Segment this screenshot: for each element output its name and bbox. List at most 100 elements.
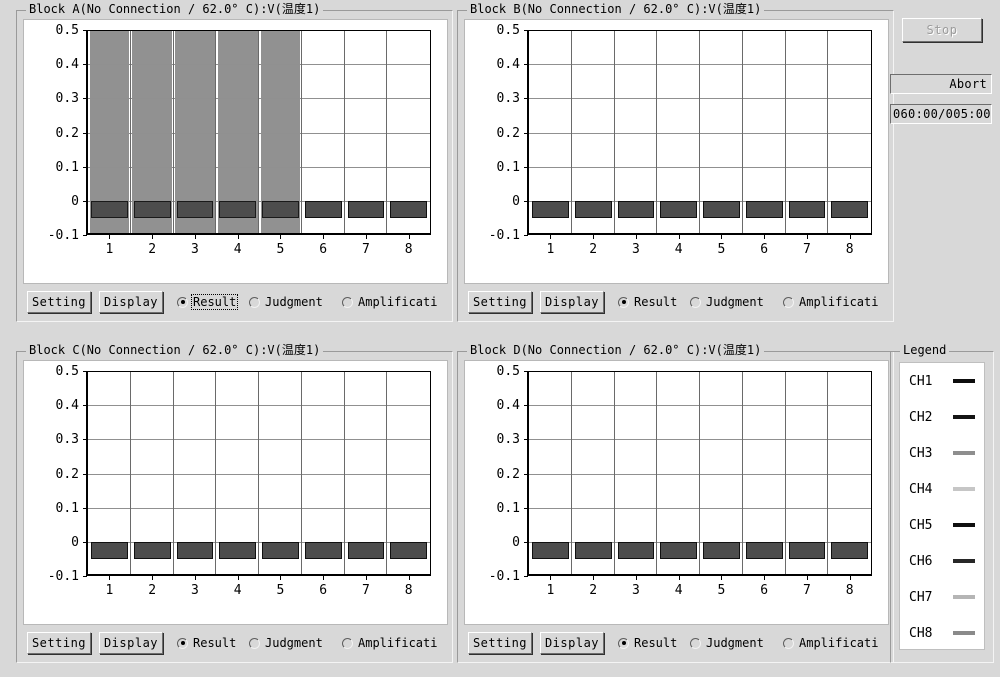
radio-judgment-c[interactable]: Judgment [249, 636, 324, 650]
bar-channel-3[interactable] [617, 541, 655, 559]
bar-channel-5[interactable] [262, 200, 299, 218]
y-axis-label: 0.2 [496, 466, 520, 482]
bar-channel-8[interactable] [831, 200, 868, 218]
plot-area-b[interactable] [527, 30, 872, 235]
bar-channel-8[interactable] [831, 541, 868, 559]
bar-channel-3[interactable] [176, 541, 214, 559]
bar-channel-2[interactable] [133, 541, 171, 559]
bar-channel-4[interactable] [660, 200, 697, 218]
chart-panel-d[interactable]: 0.5 0.4 0.3 0.2 0.1 0 -0.1 1 2 3 4 5 6 7 8 [464, 360, 889, 625]
radio-amplificati-a[interactable]: Amplificati [342, 295, 438, 309]
bar-channel-7[interactable] [347, 541, 385, 559]
radio-result-b[interactable]: Result [618, 295, 678, 309]
bar-channel-6[interactable] [304, 541, 342, 559]
bar-channel-3[interactable] [617, 200, 655, 218]
legend-item-ch8[interactable]: CH8 [900, 625, 984, 641]
x-axis-label: 5 [276, 583, 285, 598]
radio-judgment-a[interactable]: Judgment [249, 295, 324, 309]
bar-channel-4[interactable] [219, 200, 256, 218]
legend-item-ch3[interactable]: CH3 [900, 445, 984, 461]
y-axis-tick [524, 235, 528, 236]
bar-channel-2[interactable] [574, 541, 612, 559]
bar-channel-7[interactable] [788, 200, 826, 218]
bar-channel-1[interactable] [91, 541, 128, 559]
legend-item-label: CH6 [909, 553, 933, 569]
abort-field[interactable]: Abort [890, 74, 992, 94]
bar-channel-8[interactable] [390, 200, 427, 218]
legend-item-ch7[interactable]: CH7 [900, 589, 984, 605]
legend-item-ch2[interactable]: CH2 [900, 409, 984, 425]
legend-item-ch4[interactable]: CH4 [900, 481, 984, 497]
bar-channel-6[interactable] [304, 200, 342, 218]
radio-mark-icon [249, 296, 260, 308]
x-axis-label: 8 [845, 583, 854, 598]
setting-button-c[interactable]: Setting [27, 632, 91, 654]
setting-button-d[interactable]: Setting [468, 632, 532, 654]
bar-channel-8[interactable] [390, 541, 427, 559]
display-button-c[interactable]: Display [99, 632, 163, 654]
radio-amplificati-d[interactable]: Amplificati [783, 636, 879, 650]
gridline-horizontal [88, 439, 430, 441]
radio-amplificati-c[interactable]: Amplificati [342, 636, 438, 650]
legend-item-ch6[interactable]: CH6 [900, 553, 984, 569]
x-axis-label: 4 [233, 242, 242, 257]
bar-channel-5[interactable] [703, 200, 740, 218]
y-axis-label: 0.4 [496, 398, 520, 414]
bar-channel-2[interactable] [133, 200, 171, 218]
bar-channel-1[interactable] [532, 200, 569, 218]
bar-channel-5[interactable] [262, 541, 299, 559]
block-panel-d: Block D(No Connection / 62.0° C):V(温度1) 0… [457, 343, 894, 663]
chart-panel-a[interactable]: 0.5 0.4 0.3 0.2 0.1 0 -0.1 1 2 3 4 5 6 7 8 [23, 19, 448, 284]
setting-button-b[interactable]: Setting [468, 291, 532, 313]
gridline-vertical [741, 372, 743, 574]
bar-channel-5[interactable] [703, 541, 740, 559]
y-axis-tick [83, 235, 87, 236]
plot-area-a[interactable] [86, 30, 431, 235]
bar-channel-1[interactable] [91, 200, 128, 218]
setting-button-a[interactable]: Setting [27, 291, 91, 313]
y-axis-label: 0.3 [496, 91, 520, 107]
gridline-vertical [343, 372, 345, 574]
radio-judgment-d[interactable]: Judgment [690, 636, 765, 650]
bar-channel-1[interactable] [532, 541, 569, 559]
radio-result-c[interactable]: Result [177, 636, 237, 650]
x-axis-label: 4 [674, 583, 683, 598]
gridline-horizontal [88, 98, 430, 100]
legend-color-swatch [953, 631, 975, 635]
display-button-d[interactable]: Display [540, 632, 604, 654]
chart-panel-b[interactable]: 0.5 0.4 0.3 0.2 0.1 0 -0.1 1 2 3 4 5 6 7 8 [464, 19, 889, 284]
gridline-horizontal [529, 64, 871, 66]
radio-result-a[interactable]: Result [177, 294, 239, 310]
gridline-horizontal [529, 405, 871, 407]
x-axis-label: 5 [276, 242, 285, 257]
legend-item-ch1[interactable]: CH1 [900, 373, 984, 389]
bar-channel-4[interactable] [660, 541, 697, 559]
block-title-a: Block A(No Connection / 62.0° C):V(温度1) [26, 2, 324, 16]
block-title-cjk-c: 温度 [281, 343, 306, 357]
legend-item-ch5[interactable]: CH5 [900, 517, 984, 533]
legend-item-label: CH8 [909, 625, 933, 641]
bar-channel-7[interactable] [788, 541, 826, 559]
x-axis-label: 3 [190, 242, 199, 257]
radio-result-d[interactable]: Result [618, 636, 678, 650]
bar-channel-4[interactable] [219, 541, 256, 559]
gridline-vertical [129, 31, 131, 233]
x-axis-tick [109, 235, 111, 239]
display-button-b[interactable]: Display [540, 291, 604, 313]
bar-channel-3[interactable] [176, 200, 214, 218]
display-button-a[interactable]: Display [99, 291, 163, 313]
plot-area-c[interactable] [86, 371, 431, 576]
bar-channel-6[interactable] [745, 541, 783, 559]
x-axis-tick [323, 576, 325, 580]
bar-channel-6[interactable] [745, 200, 783, 218]
stop-button[interactable]: Stop [902, 18, 982, 42]
x-axis-tick [365, 576, 367, 580]
plot-area-d[interactable] [527, 371, 872, 576]
bar-channel-7[interactable] [347, 200, 385, 218]
radio-amplificati-b[interactable]: Amplificati [783, 295, 879, 309]
x-axis-tick [365, 235, 367, 239]
radio-judgment-b[interactable]: Judgment [690, 295, 765, 309]
timer-field[interactable]: 060:00/005:00 [890, 104, 992, 124]
bar-channel-2[interactable] [574, 200, 612, 218]
chart-panel-c[interactable]: 0.5 0.4 0.3 0.2 0.1 0 -0.1 1 2 3 4 5 6 7 8 [23, 360, 448, 625]
